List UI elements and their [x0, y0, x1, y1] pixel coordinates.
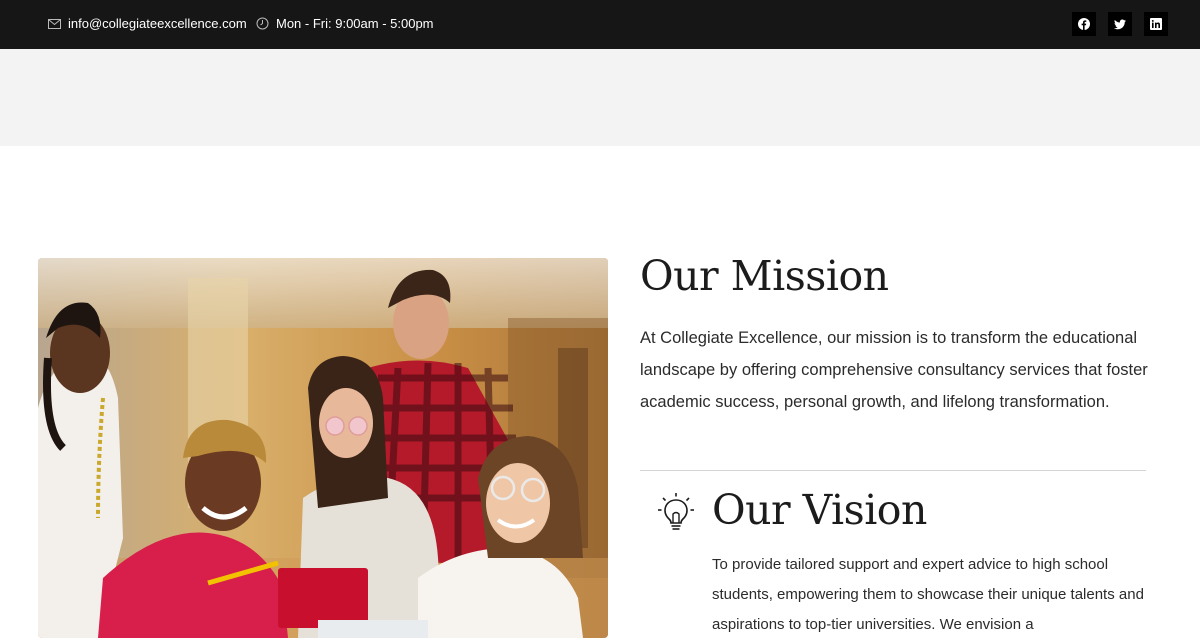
vision-text: To provide tailored support and expert a…: [712, 556, 1144, 633]
top-bar: info@collegiateexcellence.com Mon - Fri:…: [0, 0, 1200, 49]
lightbulb-icon: [658, 493, 694, 530]
linkedin-icon: [1150, 18, 1162, 30]
students-photo: [38, 258, 608, 638]
email-contact[interactable]: info@collegiateexcellence.com: [48, 0, 247, 47]
mission-title: Our Mission: [640, 252, 889, 300]
section-divider: [640, 470, 1146, 471]
linkedin-link[interactable]: [1144, 12, 1168, 36]
email-text[interactable]: info@collegiateexcellence.com: [68, 16, 247, 31]
clock-icon: [256, 17, 269, 30]
facebook-icon: [1078, 18, 1090, 30]
twitter-icon: [1114, 19, 1126, 29]
page-header-band: [0, 49, 1200, 146]
envelope-icon: [48, 18, 61, 29]
vision-title: Our Vision: [712, 486, 927, 534]
twitter-link[interactable]: [1108, 12, 1132, 36]
facebook-link[interactable]: [1072, 12, 1096, 36]
mission-text: At Collegiate Excellence, our mission is…: [640, 329, 1148, 411]
hours-text: Mon - Fri: 9:00am - 5:00pm: [276, 16, 434, 31]
business-hours: Mon - Fri: 9:00am - 5:00pm: [256, 0, 434, 47]
